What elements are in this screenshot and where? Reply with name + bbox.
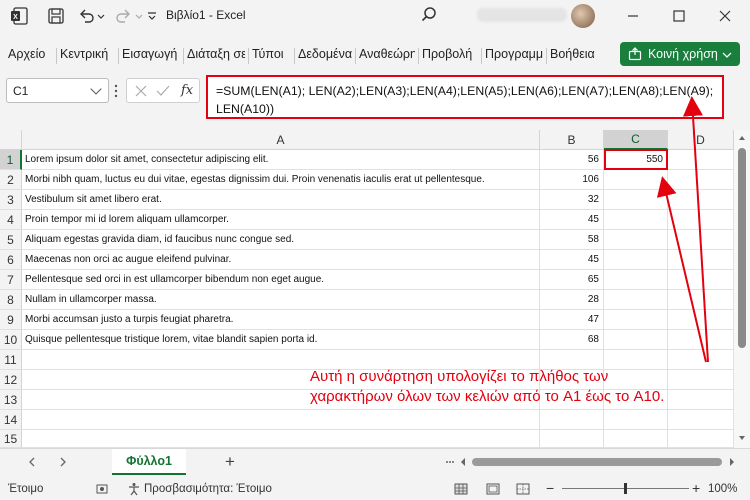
zoom-out-button[interactable]: − (546, 480, 554, 496)
annotation-arrows (656, 96, 709, 363)
accessibility-icon[interactable] (127, 482, 141, 496)
worksheet-grid[interactable]: A B C D 1 2 3 4 5 6 7 8 9 10 11 12 13 14… (0, 96, 750, 448)
arrow-to-formula (682, 96, 709, 363)
horizontal-scroll-thumb[interactable] (472, 458, 722, 466)
sheet-tabs-bar: Φύλλο1 + (0, 448, 750, 475)
scroll-right-icon[interactable] (728, 457, 736, 467)
sheet-options-icon[interactable] (445, 457, 455, 467)
accessibility-status[interactable]: Προσβασιμότητα: Έτοιμο (144, 483, 272, 495)
zoom-slider-handle[interactable] (624, 483, 627, 494)
scroll-down-icon[interactable] (738, 434, 746, 442)
status-bar: Έτοιμο Προσβασιμότητα: Έτοιμο − + 100% (0, 478, 750, 500)
sheet-tab-active[interactable]: Φύλλο1 (112, 449, 186, 475)
annotation-text: Αυτή η συνάρτηση υπολογίζει το πλήθος τω… (310, 368, 665, 405)
scroll-left-icon[interactable] (459, 457, 467, 467)
zoom-in-button[interactable]: + (692, 480, 700, 496)
page-break-view-icon[interactable] (516, 482, 530, 496)
zoom-level[interactable]: 100% (708, 483, 737, 495)
add-sheet-button[interactable]: + (225, 452, 235, 472)
scroll-up-icon[interactable] (738, 134, 746, 142)
ready-status: Έτοιμο (8, 483, 44, 495)
vertical-scroll-thumb[interactable] (738, 148, 746, 348)
vertical-scrollbar[interactable] (734, 130, 750, 448)
next-sheet-icon[interactable] (58, 457, 68, 467)
macro-record-icon[interactable] (96, 483, 108, 495)
normal-view-icon[interactable] (454, 482, 468, 496)
prev-sheet-icon[interactable] (27, 457, 37, 467)
page-layout-view-icon[interactable] (486, 482, 500, 496)
